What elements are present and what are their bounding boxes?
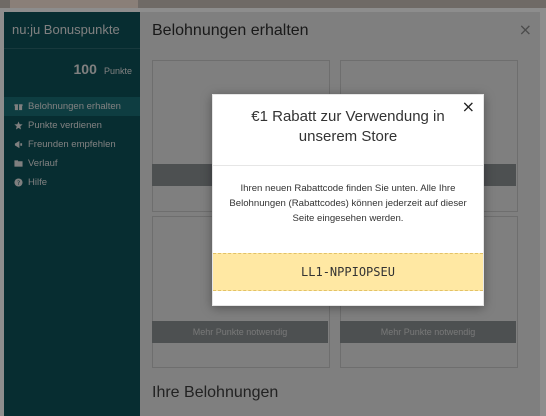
background-photo xyxy=(10,0,138,8)
coupon-code[interactable]: LL1-NPPIOPSEU xyxy=(213,253,483,291)
loyalty-widget: nu:ju Bonuspunkte 100 Punkte Belohnungen… xyxy=(4,12,540,416)
modal-message: Ihren neuen Rabattcode finden Sie unten.… xyxy=(229,183,467,224)
reward-modal: × €1 Rabatt zur Verwendung in unserem St… xyxy=(212,94,484,306)
top-strip xyxy=(0,0,546,8)
divider xyxy=(213,165,483,166)
modal-title: €1 Rabatt zur Verwendung in unserem Stor… xyxy=(251,108,445,145)
